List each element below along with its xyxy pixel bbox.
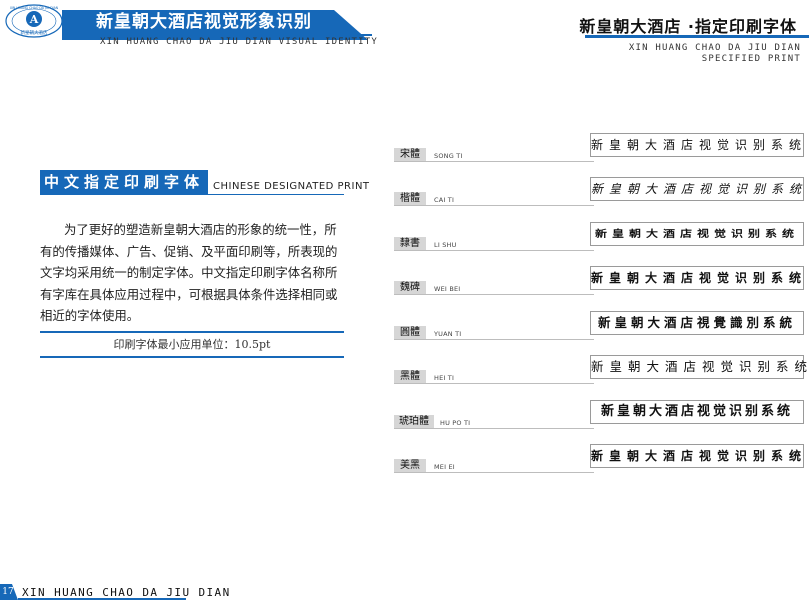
font-name-en: LI SHU bbox=[434, 241, 457, 249]
font-name-cn: 琥珀體 bbox=[394, 415, 434, 428]
font-name-en: HEI TI bbox=[434, 374, 455, 382]
font-row-yuan: 圓體 YUAN TI 新皇朝大酒店視覺識別系統 bbox=[394, 311, 808, 351]
font-name-en: CAI TI bbox=[434, 196, 455, 204]
page-subtitle-line2: SPECIFIED PRINT bbox=[701, 54, 801, 64]
font-row-weibei: 魏碑 WEI BEI 新皇朝大酒店视觉识别系统 bbox=[394, 266, 808, 306]
row-rule bbox=[394, 472, 594, 473]
font-row-hupo: 琥珀體 HU PO TI 新皇朝大酒店视觉识别系统 bbox=[394, 400, 808, 440]
header-title: 新皇朝大酒店视觉形象识别 bbox=[96, 12, 312, 32]
logo-ring-text: XIN HUANG CHAO DA JIU DIAN bbox=[10, 6, 59, 10]
font-name-cn: 魏碑 bbox=[394, 281, 426, 294]
section-rule bbox=[40, 194, 344, 195]
section-subtitle: CHINESE DESIGNATED PRINT bbox=[213, 181, 370, 192]
font-row-hei: 黑體 HEI TI 新皇朝大酒店视觉识别系统 bbox=[394, 355, 808, 395]
title-rule bbox=[585, 35, 809, 38]
min-size-text: 印刷字体最小应用单位：10.5pt bbox=[113, 338, 271, 351]
font-sample-box: 新皇朝大酒店视觉识别系统 bbox=[590, 400, 804, 424]
font-name-en: WEI BEI bbox=[434, 285, 461, 293]
font-name-en: HU PO TI bbox=[440, 419, 471, 427]
font-sample-box: 新皇朝大酒店视觉识别系统 bbox=[590, 355, 809, 379]
font-name-cn: 楷體 bbox=[394, 192, 426, 205]
font-name-en: SONG TI bbox=[434, 152, 463, 160]
page-title: 新皇朝大酒店 ·指定印刷字体 bbox=[579, 17, 797, 36]
row-rule bbox=[394, 339, 594, 340]
row-rule bbox=[394, 428, 594, 429]
row-rule bbox=[394, 383, 594, 384]
font-row-song: 宋體 SONG TI 新皇朝大酒店视觉识别系统 bbox=[394, 133, 808, 173]
min-size-bottom-rule bbox=[40, 356, 344, 358]
font-sample-text: 新皇朝大酒店视觉识别系统 bbox=[591, 359, 809, 374]
row-rule bbox=[394, 250, 594, 251]
font-sample-box: 新皇朝大酒店视觉识别系统 bbox=[590, 177, 804, 201]
font-sample-text: 新皇朝大酒店视觉识别系统 bbox=[591, 449, 808, 463]
logo-caption: 新皇朝大酒店 bbox=[21, 29, 48, 36]
description-paragraph: 为了更好的塑造新皇朝大酒店的形象的统一性，所有的传播媒体、广告、促销、及平面印刷… bbox=[40, 222, 338, 323]
font-row-cai: 楷體 CAI TI 新皇朝大酒店视觉识别系统 bbox=[394, 177, 808, 217]
font-row-lishu: 隸書 LI SHU 新皇朝大酒店视觉识别系统 bbox=[394, 222, 808, 262]
font-sample-text: 新皇朝大酒店視覺識別系統 bbox=[597, 315, 796, 330]
hotel-logo: A XIN HUANG CHAO DA JIU DIAN 新皇朝大酒店 bbox=[5, 4, 63, 38]
row-rule bbox=[394, 294, 594, 295]
font-sample-box: 新皇朝大酒店视觉识别系统 bbox=[590, 444, 804, 468]
font-sample-text: 新皇朝大酒店视觉识别系统 bbox=[600, 404, 793, 419]
section-title: 中文指定印刷字体 bbox=[43, 173, 204, 191]
logo-emblem-letter: A bbox=[29, 13, 39, 26]
font-sample-box: 新皇朝大酒店视觉识别系统 bbox=[590, 133, 804, 157]
font-name-cn: 黑體 bbox=[394, 370, 426, 383]
header-subtitle: XIN HUANG CHAO DA JIU DIAN VISUAL IDENTI… bbox=[100, 37, 378, 47]
page-subtitle-line1: XIN HUANG CHAO DA JIU DIAN bbox=[628, 43, 801, 53]
font-name-cn: 圓體 bbox=[394, 326, 426, 339]
font-sample-text: 新皇朝大酒店视觉识别系统 bbox=[591, 271, 808, 285]
page-number: 17 bbox=[2, 587, 14, 597]
font-name-cn: 宋體 bbox=[394, 148, 426, 161]
font-sample-text: 新皇朝大酒店视觉识别系统 bbox=[591, 138, 808, 152]
row-rule bbox=[394, 205, 594, 206]
font-name-en: MEI EI bbox=[434, 463, 455, 471]
font-sample-text: 新皇朝大酒店视觉识别系统 bbox=[591, 182, 808, 196]
row-rule bbox=[394, 161, 594, 162]
font-name-cn: 美黑 bbox=[394, 459, 426, 472]
font-sample-box: 新皇朝大酒店視覺識別系統 bbox=[590, 311, 804, 335]
font-row-meihei: 美黑 MEI EI 新皇朝大酒店视觉识别系统 bbox=[394, 444, 808, 484]
font-sample-box: 新皇朝大酒店视觉识别系统 bbox=[590, 222, 804, 246]
min-size-top-rule bbox=[40, 331, 344, 333]
font-name-cn: 隸書 bbox=[394, 237, 426, 250]
font-name-en: YUAN TI bbox=[434, 330, 462, 338]
font-sample-box: 新皇朝大酒店视觉识别系统 bbox=[590, 266, 804, 290]
font-sample-text: 新皇朝大酒店视觉识别系统 bbox=[594, 228, 799, 240]
